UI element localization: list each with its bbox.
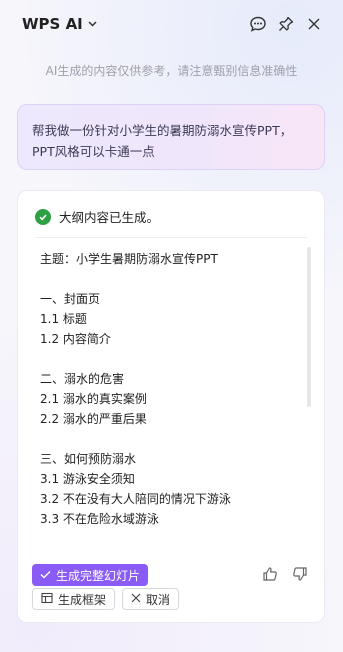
outline-line bbox=[40, 429, 300, 449]
result-card: 大纲内容已生成。 主题：小学生暑期防溺水宣传PPT 一、封面页 1.1 标题 1.2 … bbox=[17, 190, 325, 623]
outline-line: 一、封面页 bbox=[40, 292, 101, 306]
outline-line: 1.2 内容简介 bbox=[40, 332, 111, 346]
scrollbar[interactable] bbox=[307, 247, 311, 407]
outline-line: 1.1 标题 bbox=[40, 312, 87, 326]
outline-line: 主题：小学生暑期防溺水宣传PPT bbox=[40, 252, 218, 266]
header: WPS AI bbox=[0, 0, 343, 50]
wps-ai-panel: WPS AI AI生成的内容仅供参考，请注意甄别信息准确性 帮我做一份针对小学生… bbox=[0, 0, 343, 652]
generate-slides-button[interactable]: 生成完整幻灯片 bbox=[32, 564, 149, 586]
generate-frame-label: 生成框架 bbox=[58, 592, 107, 607]
close-icon bbox=[131, 592, 141, 606]
pin-icon[interactable] bbox=[276, 14, 296, 34]
outline-line: 二、溺水的危害 bbox=[40, 372, 125, 386]
outline-content[interactable]: 主题：小学生暑期防溺水宣传PPT 一、封面页 1.1 标题 1.2 内容简介 二、溺水的… bbox=[40, 249, 300, 539]
close-icon[interactable] bbox=[304, 14, 324, 34]
outline-line: 三、如何预防溺水 bbox=[40, 452, 137, 466]
chevron-down-icon bbox=[88, 20, 97, 30]
outline-line bbox=[40, 269, 300, 289]
generate-slides-label: 生成完整幻灯片 bbox=[56, 568, 141, 583]
chat-bubble-icon[interactable] bbox=[248, 14, 268, 34]
status-row: 大纲内容已生成。 bbox=[35, 207, 159, 226]
user-prompt-bubble: 帮我做一份针对小学生的暑期防溺水宣传PPT，PPT风格可以卡通一点 bbox=[17, 104, 325, 170]
thumbs-up-icon[interactable] bbox=[260, 564, 280, 584]
outline-line: 2.2 溺水的严重后果 bbox=[40, 412, 147, 426]
cancel-label: 取消 bbox=[146, 592, 171, 607]
divider bbox=[35, 237, 307, 238]
title-menu[interactable]: WPS AI bbox=[22, 15, 97, 33]
app-title: WPS AI bbox=[22, 15, 83, 33]
frame-icon bbox=[41, 592, 53, 607]
check-icon bbox=[40, 568, 51, 582]
outline-line: 3.1 游泳安全须知 bbox=[40, 472, 135, 486]
check-circle-icon bbox=[35, 208, 51, 225]
status-text: 大纲内容已生成。 bbox=[59, 210, 160, 225]
outline-line bbox=[40, 349, 300, 369]
cancel-button[interactable]: 取消 bbox=[122, 588, 180, 610]
generate-frame-button[interactable]: 生成框架 bbox=[32, 588, 116, 610]
thumbs-down-icon[interactable] bbox=[290, 564, 310, 584]
outline-line: 2.1 溺水的真实案例 bbox=[40, 392, 147, 406]
outline-line: 3.2 不在没有大人陪同的情况下游泳 bbox=[40, 492, 231, 506]
outline-line: 3.3 不在危险水域游泳 bbox=[40, 512, 159, 526]
disclaimer: AI生成的内容仅供参考，请注意甄别信息准确性 bbox=[45, 64, 298, 78]
